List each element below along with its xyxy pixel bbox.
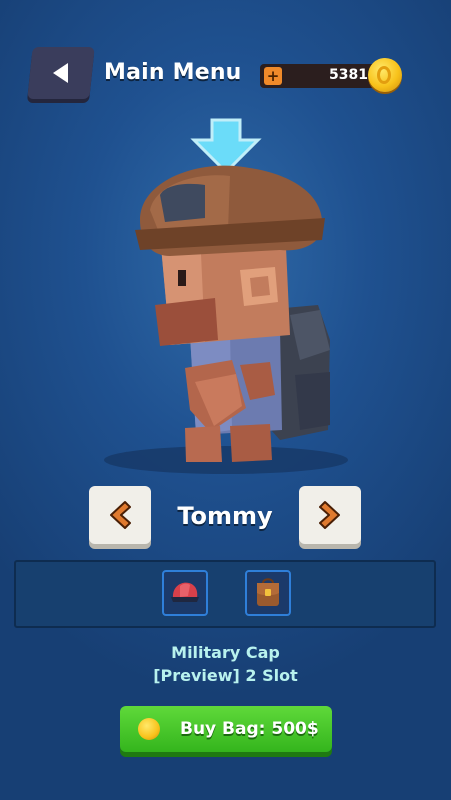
character-shadow xyxy=(104,446,348,474)
add-coins-button[interactable]: + xyxy=(264,67,282,85)
item-slot-bag[interactable] xyxy=(245,570,291,616)
bag-icon xyxy=(257,578,279,606)
selection-arrow-icon xyxy=(190,118,262,175)
coin-balance: + 5381 xyxy=(260,58,402,92)
cap-icon xyxy=(171,582,199,602)
character-body xyxy=(185,330,282,462)
item-slot-cap[interactable] xyxy=(162,570,208,616)
coin-amount: 5381 xyxy=(329,67,368,83)
buy-bag-button[interactable]: Buy Bag: 500$ xyxy=(120,706,332,752)
page-title: Main Menu xyxy=(104,60,242,85)
selected-item-name: Military Cap xyxy=(171,643,280,662)
character-preview xyxy=(104,118,348,474)
back-arrow-icon xyxy=(53,63,68,83)
next-character-button[interactable] xyxy=(299,486,361,544)
character-name: Tommy xyxy=(177,502,273,530)
back-button[interactable] xyxy=(27,47,95,99)
chevron-right-icon xyxy=(319,501,340,529)
military-cap xyxy=(135,165,325,256)
buy-button-label: Buy Bag: 500$ xyxy=(180,719,319,739)
selected-item-info: [Preview] 2 Slot xyxy=(153,666,298,685)
chevron-left-icon xyxy=(110,501,131,529)
coin-icon xyxy=(368,58,402,92)
item-panel xyxy=(14,560,436,628)
previous-character-button[interactable] xyxy=(89,486,151,544)
coin-icon xyxy=(138,718,160,740)
